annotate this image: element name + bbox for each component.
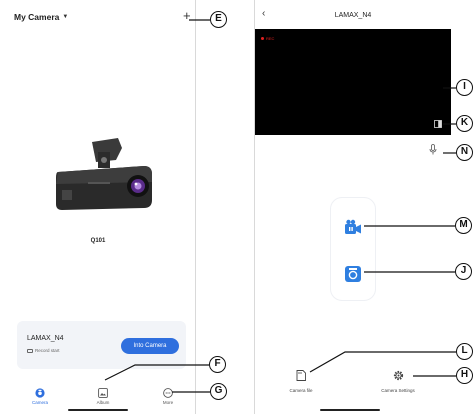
record-status: Record start: [27, 348, 60, 353]
callout-k: K: [456, 115, 473, 132]
home-indicator: [320, 409, 380, 411]
device-card[interactable]: LAMAX_N4 Record start Into Camera: [17, 321, 186, 369]
gear-icon: [393, 370, 403, 381]
live-view-screen: ‹ LAMAX_N4 REC Camera file Camera Settin…: [254, 0, 451, 414]
snapshot-button[interactable]: [343, 264, 363, 284]
callout-j: J: [455, 263, 472, 280]
dashcam-image: [56, 138, 152, 210]
tab-album-label: Album: [96, 400, 110, 405]
rec-indicator: REC: [261, 36, 274, 41]
tab-album[interactable]: Album: [83, 388, 123, 405]
camera-icon: [35, 388, 45, 398]
callout-f: F: [209, 356, 226, 373]
screen-title: LAMAX_N4: [334, 12, 372, 19]
camera-file-label: Camera file: [289, 388, 313, 393]
camera-settings-label: Camera Settings: [381, 388, 415, 393]
callout-m: M: [455, 217, 472, 234]
more-icon: [163, 388, 173, 398]
card-device-name: LAMAX_N4: [27, 335, 64, 342]
caret-down-icon: ▼: [62, 14, 69, 20]
tab-camera-label: Camera: [31, 400, 48, 405]
camera-settings-button[interactable]: Camera Settings: [373, 368, 423, 393]
camera-file-button[interactable]: Camera file: [276, 368, 326, 393]
callout-g: G: [210, 383, 227, 400]
fullscreen-icon[interactable]: [434, 120, 442, 128]
plus-icon[interactable]: +: [183, 9, 191, 22]
my-camera-screen: My Camera ▼ + Q101 LAMAX_N4 Record start…: [0, 0, 196, 414]
callout-i: I: [456, 79, 473, 96]
record-video-button[interactable]: [343, 218, 363, 238]
album-icon: [98, 388, 108, 398]
video-icon: [27, 348, 33, 353]
rec-label: REC: [266, 36, 275, 41]
header-title: My Camera: [14, 12, 60, 22]
rec-dot-icon: [261, 37, 264, 40]
live-video[interactable]: REC: [255, 29, 451, 135]
device-model: Q101: [90, 238, 106, 244]
home-indicator: [68, 409, 128, 411]
sd-card-icon: [296, 370, 306, 381]
microphone-icon[interactable]: [429, 144, 437, 155]
tab-camera[interactable]: Camera: [20, 388, 60, 405]
callout-e: E: [210, 11, 227, 28]
record-status-text: Record start: [35, 348, 60, 353]
tab-more-label: More: [162, 400, 174, 405]
callout-l: L: [456, 343, 473, 360]
callout-n: N: [456, 144, 473, 161]
action-panel: [330, 197, 376, 301]
callout-h: H: [456, 367, 473, 384]
tab-more[interactable]: More: [148, 388, 188, 405]
camera-selector[interactable]: My Camera ▼: [14, 12, 68, 22]
into-camera-button[interactable]: Into Camera: [121, 338, 179, 354]
